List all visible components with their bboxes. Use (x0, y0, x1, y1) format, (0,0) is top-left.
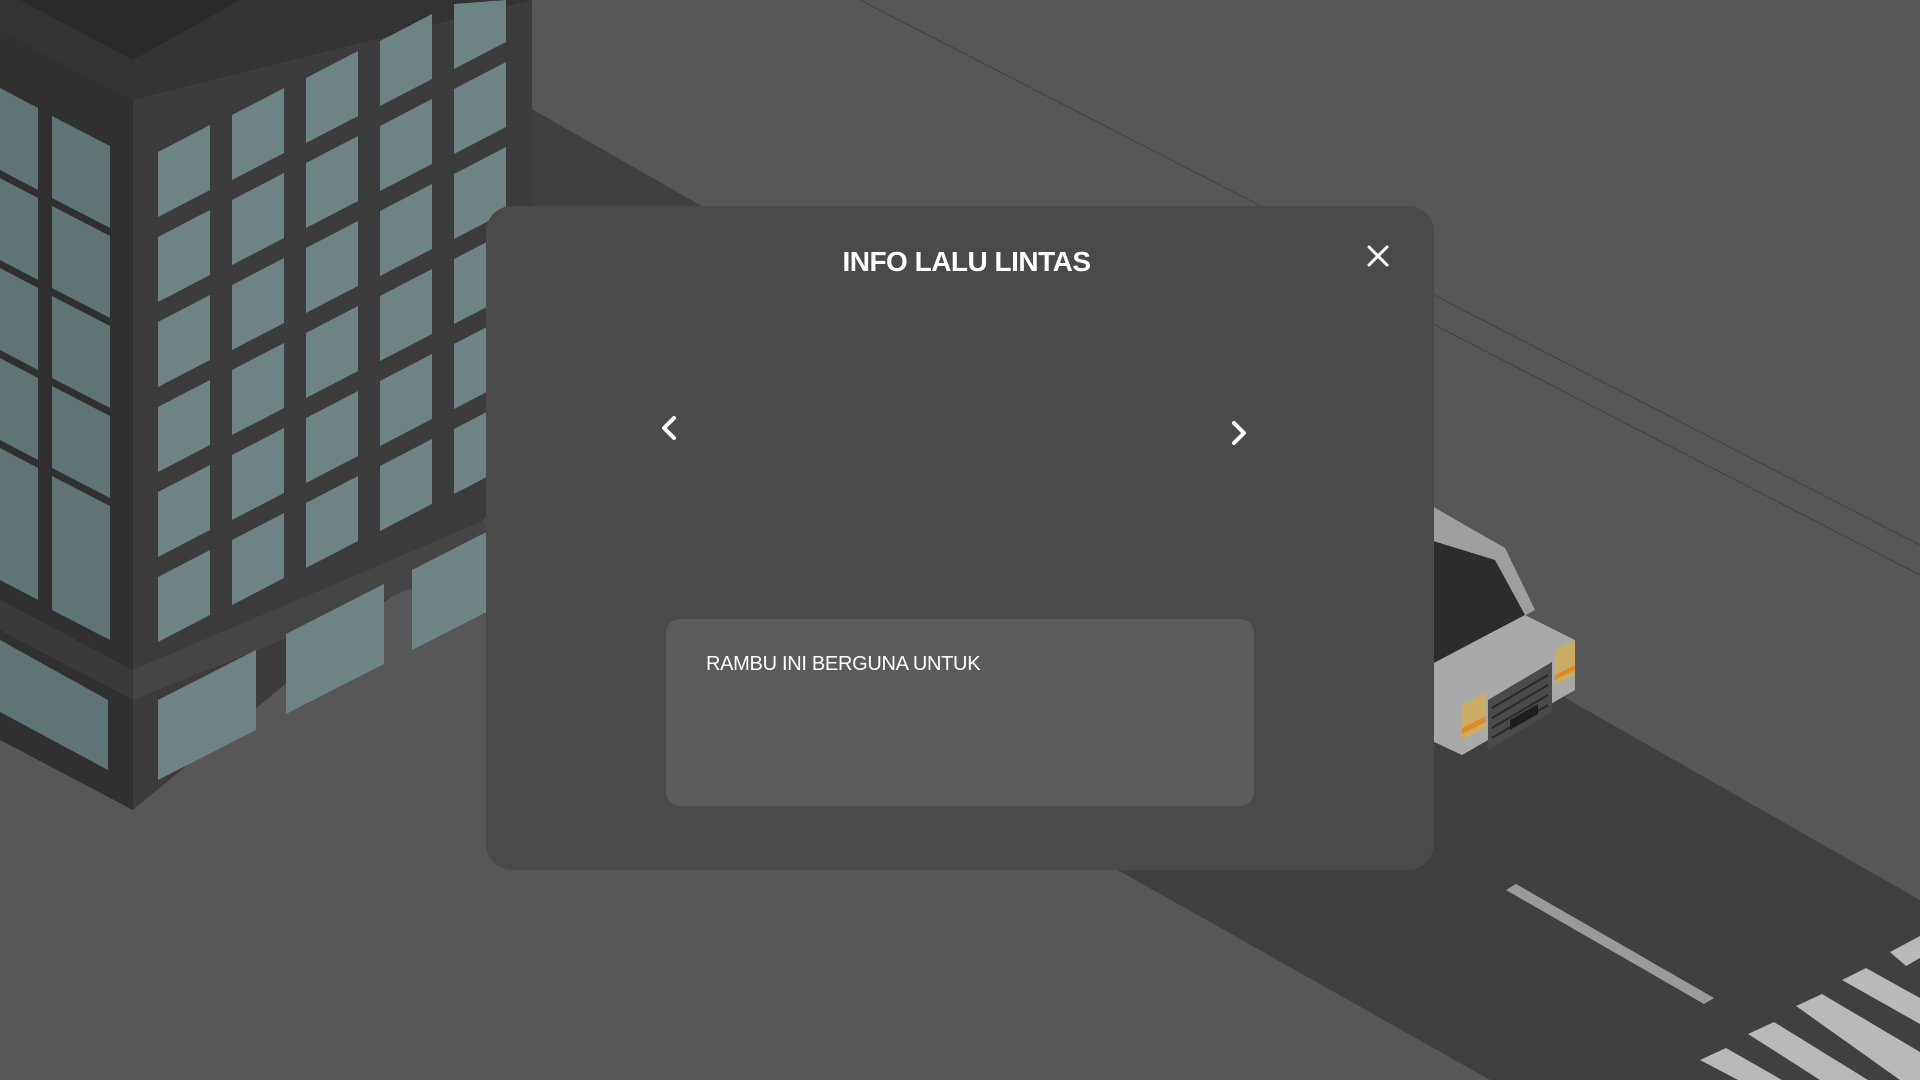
dialog-title: INFO LALU LINTAS (842, 246, 1091, 277)
traffic-info-dialog: INFO LALU LINTAS RAMBU INI BERGUNA UNTUK (486, 206, 1434, 870)
close-button[interactable] (1362, 240, 1394, 272)
info-description-text: RAMBU INI BERGUNA UNTUK (706, 653, 981, 675)
info-description-box: RAMBU INI BERGUNA UNTUK (666, 619, 1254, 806)
close-icon (1367, 245, 1389, 267)
sign-image-area (706, 316, 1216, 586)
previous-button[interactable] (652, 408, 688, 448)
chevron-right-icon (1232, 421, 1246, 445)
next-button[interactable] (1220, 413, 1256, 453)
chevron-left-icon (662, 416, 676, 440)
modal-overlay: INFO LALU LINTAS RAMBU INI BERGUNA UNTUK (0, 0, 1920, 1080)
